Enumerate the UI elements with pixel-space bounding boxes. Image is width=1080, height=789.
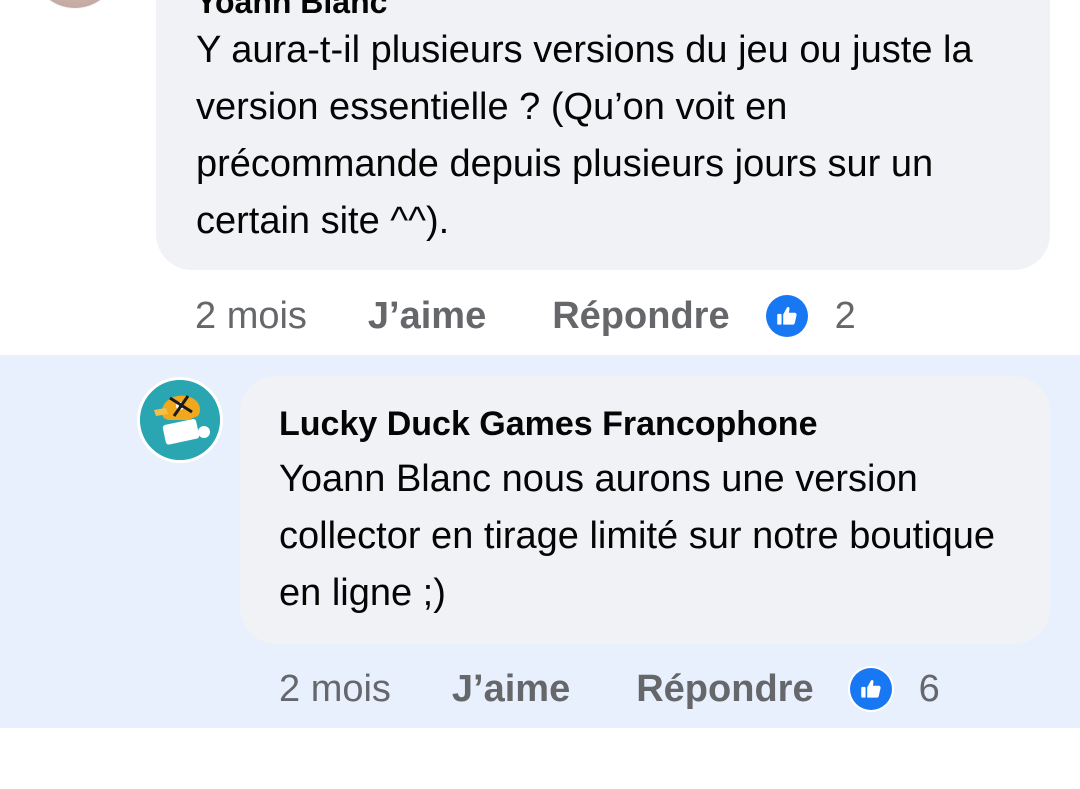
comments-thread: Yoann Blanc Y aura-t-il plusieurs versio… [0,0,1080,789]
comment-text: Y aura-t-il plusieurs versions du jeu ou… [196,29,973,242]
comment-actions: 2 mois J’aime Répondre 6 [279,667,940,711]
like-button[interactable]: J’aime [452,668,570,711]
comment-time[interactable]: 2 mois [279,668,391,711]
avatar[interactable] [32,0,118,8]
like-thumb-icon[interactable] [765,295,808,337]
lucky-duck-logo [140,380,220,460]
reply-button[interactable]: Répondre [552,295,729,338]
reaction-count[interactable]: 6 [919,668,940,711]
reaction-count[interactable]: 2 [835,295,856,338]
like-button[interactable]: J’aime [368,295,486,338]
comment-time[interactable]: 2 mois [195,295,307,338]
comment-author[interactable]: Lucky Duck Games Francophone [279,404,818,444]
comment-text: Yoann Blanc nous aurons une version coll… [279,458,996,614]
comment-actions: 2 mois J’aime Répondre 2 [195,294,856,338]
avatar[interactable] [137,377,223,463]
reply-button[interactable]: Répondre [636,668,813,711]
comment-bubble: Lucky Duck Games Francophone Yoann Blanc… [240,376,1050,644]
like-thumb-icon[interactable] [849,668,892,710]
comment-bubble: Yoann Blanc Y aura-t-il plusieurs versio… [156,0,1050,270]
comment-author[interactable]: Yoann Blanc [196,0,387,20]
